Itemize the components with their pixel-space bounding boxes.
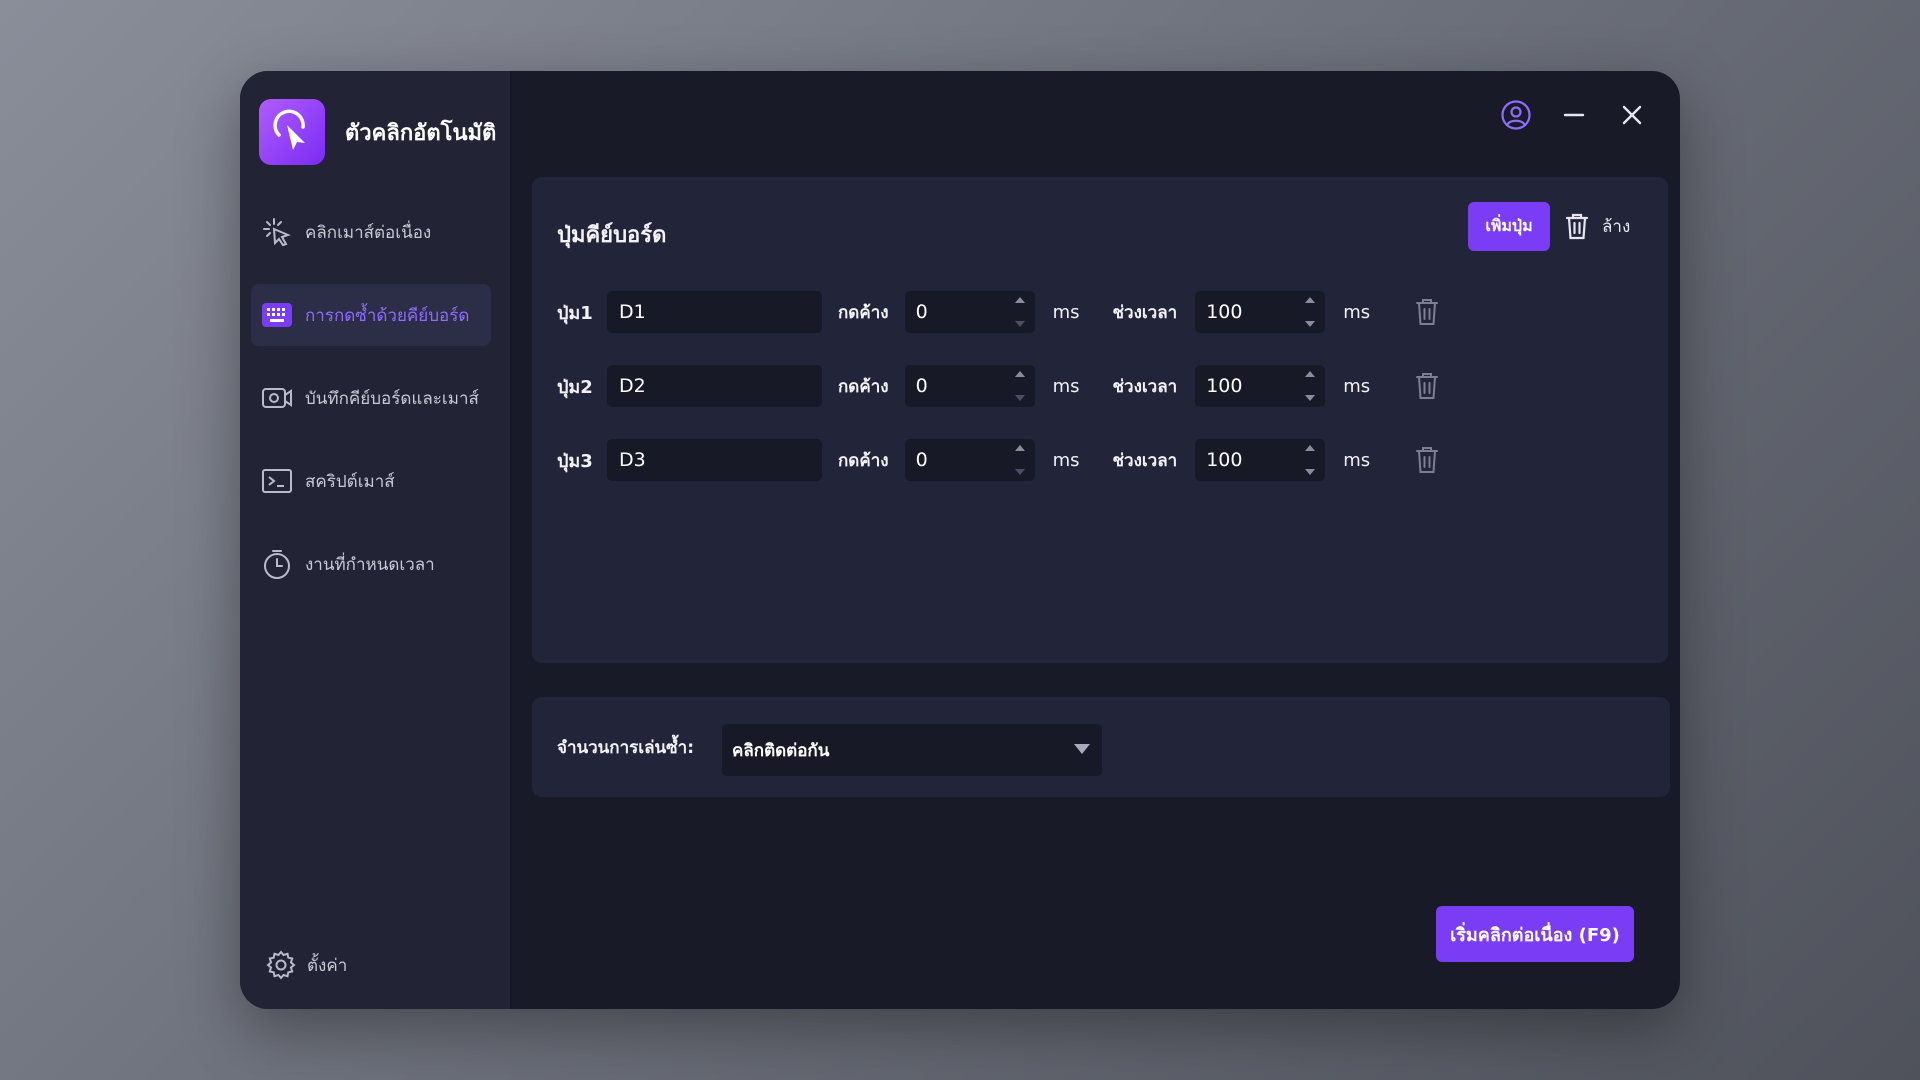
hold-value: 0 [915, 375, 928, 397]
add-key-button[interactable]: เพิ่มปุ่ม [1468, 202, 1550, 251]
hold-label: กดค้าง [838, 450, 889, 471]
close-icon[interactable] [1614, 97, 1650, 133]
keyboard-icon [261, 299, 293, 331]
record-camera-icon [261, 382, 293, 414]
hold-stepper[interactable] [1013, 296, 1027, 328]
hold-label: กดค้าง [838, 376, 889, 397]
clear-label: ล้าง [1602, 216, 1631, 237]
key-row-label: ปุ่ม1 [557, 302, 593, 324]
interval-value: 100 [1206, 449, 1243, 471]
interval-stepper[interactable] [1303, 296, 1317, 328]
timer-icon [261, 548, 293, 580]
terminal-icon [261, 465, 293, 497]
sidebar-item-label: สคริปต์เมาส์ [305, 471, 395, 492]
repeat-count-panel: จำนวนการเล่นซ้ำ: คลิกติดต่อกัน [532, 697, 1670, 797]
key-row: ปุ่ม2 D2 กดค้าง 0 ms ช่วงเวลา 100 ms [557, 365, 1445, 407]
hold-input[interactable]: 0 [904, 365, 1035, 407]
interval-unit: ms [1343, 449, 1371, 471]
click-burst-icon [261, 216, 293, 248]
interval-input[interactable]: 100 [1195, 291, 1326, 333]
sidebar-nav: คลิกเมาส์ต่อเนื่อง การกดซ้ำด้วยคีย์บอร์ด… [251, 201, 491, 616]
sidebar-item-label: บันทึกคีย์บอร์ดและเมาส์ [305, 388, 479, 409]
interval-label: ช่วงเวลา [1112, 376, 1178, 397]
key-row-label: ปุ่ม2 [557, 376, 593, 398]
interval-input[interactable]: 100 [1195, 365, 1326, 407]
trash-icon [1562, 211, 1592, 241]
keyboard-keys-panel: ปุ่มคีย์บอร์ด เพิ่มปุ่ม ล้าง ปุ่ม1 D1 กด… [532, 177, 1668, 663]
delete-row-icon[interactable] [1409, 368, 1445, 404]
chevron-down-icon [1074, 744, 1090, 754]
sidebar-item-continuous-click[interactable]: คลิกเมาส์ต่อเนื่อง [251, 201, 491, 263]
user-circle-icon[interactable] [1498, 97, 1534, 133]
settings-button[interactable]: ตั้งค่า [265, 949, 347, 981]
app-window: ตัวคลิกอัตโนมัติ คลิกเมาส์ต่อเนื่อง การก… [240, 71, 1680, 1009]
window-controls [1476, 97, 1650, 133]
interval-unit: ms [1343, 375, 1371, 397]
hold-unit: ms [1052, 449, 1080, 471]
app-logo-icon [259, 99, 325, 165]
sidebar-item-keyboard-repeat[interactable]: การกดซ้ำด้วยคีย์บอร์ด [251, 284, 491, 346]
repeat-count-select[interactable]: คลิกติดต่อกัน [722, 724, 1102, 776]
settings-label: ตั้งค่า [307, 955, 348, 976]
key-input[interactable]: D1 [607, 291, 822, 333]
interval-value: 100 [1206, 301, 1243, 323]
interval-unit: ms [1343, 301, 1371, 323]
hold-stepper[interactable] [1013, 370, 1027, 402]
hold-unit: ms [1052, 375, 1080, 397]
sidebar-item-mouse-script[interactable]: สคริปต์เมาส์ [251, 450, 491, 512]
key-row: ปุ่ม3 D3 กดค้าง 0 ms ช่วงเวลา 100 ms [557, 439, 1445, 481]
interval-value: 100 [1206, 375, 1243, 397]
sidebar-item-scheduled-tasks[interactable]: งานที่กำหนดเวลา [251, 533, 491, 595]
hold-value: 0 [915, 301, 928, 323]
sidebar-item-label: คลิกเมาส์ต่อเนื่อง [305, 222, 432, 243]
interval-label: ช่วงเวลา [1112, 302, 1178, 323]
interval-label: ช่วงเวลา [1112, 450, 1178, 471]
repeat-count-label: จำนวนการเล่นซ้ำ: [557, 738, 694, 758]
key-row: ปุ่ม1 D1 กดค้าง 0 ms ช่วงเวลา 100 ms [557, 291, 1445, 333]
interval-stepper[interactable] [1303, 444, 1317, 476]
key-row-label: ปุ่ม3 [557, 450, 593, 472]
hold-stepper[interactable] [1013, 444, 1027, 476]
interval-stepper[interactable] [1303, 370, 1317, 402]
app-title: ตัวคลิกอัตโนมัติ [345, 120, 497, 146]
sidebar-item-label: งานที่กำหนดเวลา [305, 554, 435, 575]
sidebar-item-record[interactable]: บันทึกคีย์บอร์ดและเมาส์ [251, 367, 491, 429]
hold-label: กดค้าง [838, 302, 889, 323]
brand: ตัวคลิกอัตโนมัติ [259, 99, 496, 165]
sidebar: ตัวคลิกอัตโนมัติ คลิกเมาส์ต่อเนื่อง การก… [240, 71, 510, 1009]
minimize-icon[interactable] [1556, 97, 1592, 133]
interval-input[interactable]: 100 [1195, 439, 1326, 481]
repeat-count-value: คลิกติดต่อกัน [732, 740, 830, 761]
hold-unit: ms [1052, 301, 1080, 323]
key-input[interactable]: D3 [607, 439, 822, 481]
gear-icon [265, 949, 297, 981]
start-button[interactable]: เริ่มคลิกต่อเนื่อง (F9) [1436, 906, 1634, 962]
delete-row-icon[interactable] [1409, 294, 1445, 330]
delete-row-icon[interactable] [1409, 442, 1445, 478]
clear-button[interactable]: ล้าง [1562, 211, 1630, 241]
hold-value: 0 [915, 449, 928, 471]
key-input[interactable]: D2 [607, 365, 822, 407]
hold-input[interactable]: 0 [904, 439, 1035, 481]
sidebar-item-label: การกดซ้ำด้วยคีย์บอร์ด [305, 305, 470, 326]
panel-title: ปุ่มคีย์บอร์ด [557, 223, 667, 248]
hold-input[interactable]: 0 [904, 291, 1035, 333]
